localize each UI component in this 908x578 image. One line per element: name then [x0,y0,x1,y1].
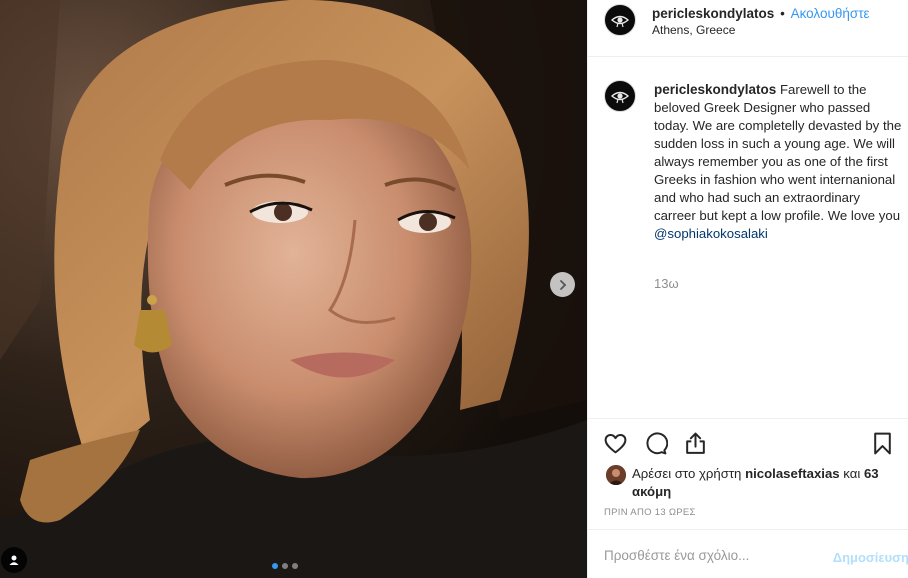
user-tag-icon [9,555,19,565]
post-side-panel: pericleskondylatos • Ακολουθήστε Athens,… [587,0,908,578]
header-title-line: pericleskondylatos • Ακολουθήστε [652,6,870,21]
carousel-dot [282,563,288,569]
author-avatar[interactable] [604,4,636,36]
post-location[interactable]: Athens, Greece [652,23,735,37]
likes-prefix: Αρέσει στο χρήστη [632,466,742,481]
liker-avatar[interactable] [606,465,626,485]
comment-form: Δημοσίευση [588,529,908,578]
like-button[interactable] [601,429,629,457]
post-header: pericleskondylatos • Ακολουθήστε Athens,… [588,0,908,57]
eye-logo-icon [610,91,630,104]
comment-input[interactable] [604,548,814,563]
post-date[interactable]: ΠΡΙΝ ΑΠΟ 13 ΩΡΕΣ [604,507,696,518]
post-caption: pericleskondylatos Farewell to the belov… [654,81,902,243]
comments-section: pericleskondylatos Farewell to the belov… [588,58,908,418]
liker-photo [606,465,626,485]
caption-mention[interactable]: @sophiakokosalaki [654,226,768,241]
heart-icon [604,433,626,453]
caption-time-ago: 13ω [654,276,679,291]
author-username[interactable]: pericleskondylatos [652,6,774,21]
post-photo [0,0,587,578]
caption-username[interactable]: pericleskondylatos [654,82,776,97]
follow-button[interactable]: Ακολουθήστε [791,6,870,21]
comment-button[interactable] [641,429,669,457]
share-icon [685,432,705,454]
comment-bubble-icon [645,431,668,454]
chevron-right-icon [559,279,566,290]
carousel-indicators [272,563,298,569]
likes-text: Αρέσει στο χρήστη nicolaseftaxias και 63… [632,465,902,501]
post-actions-area: Αρέσει στο χρήστη nicolaseftaxias και 63… [588,418,908,518]
header-separator: • [780,6,785,21]
instagram-post: pericleskondylatos • Ακολουθήστε Athens,… [0,0,908,578]
post-media[interactable] [0,0,587,578]
liker-username[interactable]: nicolaseftaxias [745,466,840,481]
action-bar [588,429,908,457]
likes-conjunction: και [843,466,861,481]
eye-logo-icon [610,15,630,28]
share-button[interactable] [681,429,709,457]
publish-button[interactable]: Δημοσίευση [833,550,908,565]
caption-text: Farewell to the beloved Greek Designer w… [654,82,902,223]
save-button[interactable] [868,429,896,457]
carousel-dot [292,563,298,569]
bookmark-icon [873,432,891,454]
user-tags-button[interactable] [1,547,27,573]
carousel-dot [272,563,278,569]
caption-author-avatar[interactable] [604,80,636,112]
next-slide-button[interactable] [550,272,575,297]
